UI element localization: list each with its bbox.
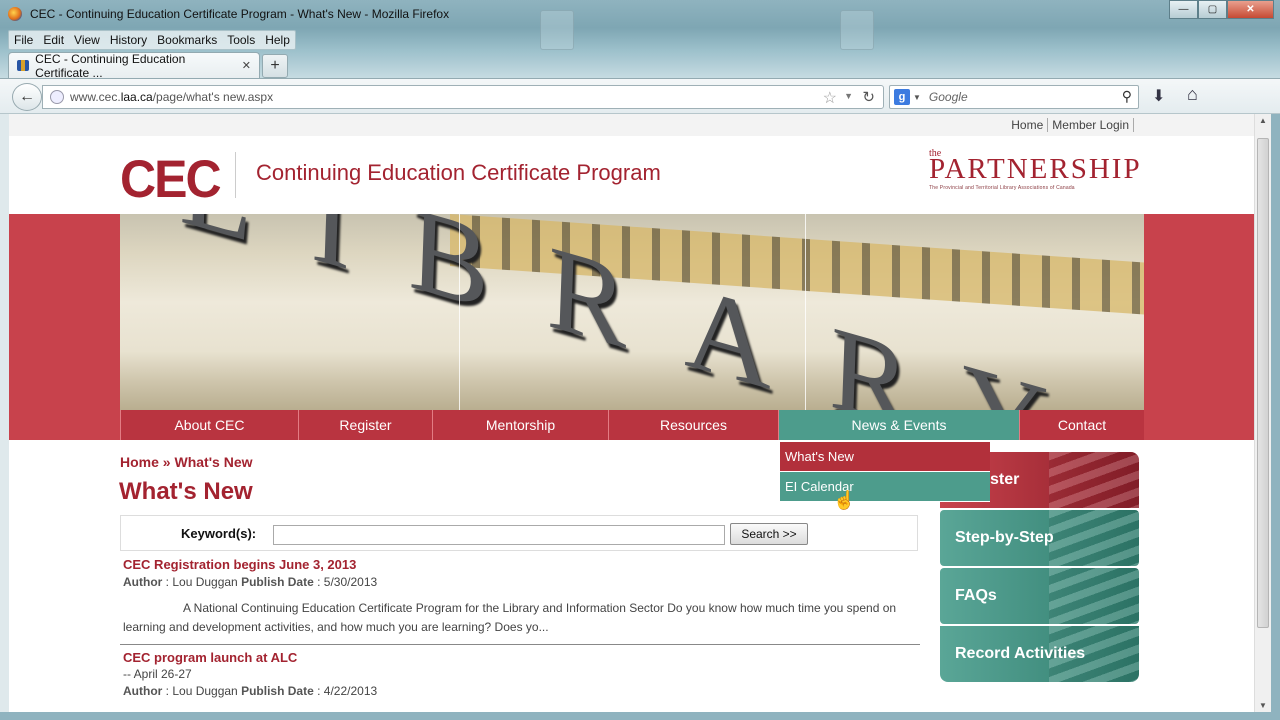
sidebar-record-activities[interactable]: Record Activities [940,626,1139,682]
banner-divider [459,214,460,410]
favicon-icon [17,60,30,71]
back-arrow-icon: ← [19,88,35,105]
menu-tools[interactable]: Tools [222,31,260,49]
new-tab-button[interactable]: + [262,54,288,78]
hand-cursor-icon: ☝ [833,490,856,510]
scroll-thumb[interactable] [1257,138,1269,628]
downloads-icon[interactable]: ⬇ [1152,86,1165,106]
back-button[interactable]: ← [12,83,42,111]
banner-divider [805,214,806,410]
sidebar-faqs[interactable]: FAQs [940,568,1139,624]
minimize-button[interactable]: — [1169,0,1198,19]
search-button[interactable]: Search >> [730,523,808,545]
news-meta: Author : Lou Duggan Publish Date : 4/22/… [123,684,378,698]
breadcrumb-home[interactable]: Home [120,454,159,470]
banner-band-right [1144,214,1254,440]
menu-file[interactable]: File [9,31,38,49]
dropdown-whats-new[interactable]: What's New [780,442,990,472]
menu-bar: File Edit View History Bookmarks Tools H… [8,30,296,50]
menu-view[interactable]: View [69,31,105,49]
nav-mentorship[interactable]: Mentorship [432,410,608,440]
library-banner-image: LIBRARY [120,214,1144,410]
news-subtitle: -- April 26-27 [123,667,192,681]
banner-library-text: LIBRARY [178,214,1108,410]
url-bar[interactable]: www.cec.laa.ca/page/what's new.aspx ☆ ▼ … [42,85,884,109]
news-meta: Author : Lou Duggan Publish Date : 5/30/… [123,575,378,589]
window-frame-bottom [0,712,1280,720]
news-item: CEC Registration begins June 3, 2013 Aut… [123,557,919,637]
nav-resources[interactable]: Resources [608,410,778,440]
breadcrumb-current[interactable]: What's New [174,454,252,470]
close-button[interactable]: ✕ [1227,0,1274,19]
menu-edit[interactable]: Edit [38,31,69,49]
tab-label: CEC - Continuing Education Certificate .… [35,51,186,80]
page-scrollbar[interactable]: ▲ ▼ [1254,114,1271,712]
cec-logo[interactable]: CEC [120,149,222,210]
keyword-search-form: Keyword(s): Search >> [120,515,918,551]
nav-about-cec[interactable]: About CEC [120,410,298,440]
main-nav: About CEC Register Mentorship Resources … [9,410,1254,440]
maximize-button[interactable]: ▢ [1198,0,1227,19]
search-placeholder: Google [928,90,968,104]
site-identity-icon[interactable] [50,90,64,104]
firefox-icon [8,7,22,21]
partnership-name: PARTNERSHIP [929,153,1142,185]
keyword-input[interactable] [273,525,725,545]
title-bar: CEC - Continuing Education Certificate P… [0,0,1280,28]
reload-icon[interactable]: ↻ [862,88,875,106]
news-title[interactable]: CEC Registration begins June 3, 2013 [123,557,919,572]
sidebar-step-by-step[interactable]: Step-by-Step [940,510,1139,566]
url-dropdown-icon[interactable]: ▼ [844,91,853,101]
top-link-member-login[interactable]: Member Login [1048,118,1134,132]
engine-dropdown-icon[interactable]: ▼ [913,93,921,102]
scroll-down-icon[interactable]: ▼ [1259,701,1267,710]
menu-help[interactable]: Help [260,31,295,49]
nav-news-events[interactable]: News & Events [778,410,1019,440]
breadcrumb: Home » What's New [120,454,253,470]
firefox-window: CEC - Continuing Education Certificate P… [0,0,1280,720]
logo-divider [235,152,236,198]
page-title: What's New [119,478,253,505]
menu-bookmarks[interactable]: Bookmarks [152,31,222,49]
search-icon[interactable]: ⚲ [1122,88,1132,105]
menu-history[interactable]: History [105,31,152,49]
window-title: CEC - Continuing Education Certificate P… [30,7,450,21]
tab-cec[interactable]: CEC - Continuing Education Certificate .… [8,51,260,80]
banner-band-left [9,214,120,440]
tab-bar: CEC - Continuing Education Certificate .… [8,51,288,80]
web-page: Home Member Login CEC Continuing Educati… [9,114,1254,712]
news-item: CEC program launch at ALC -- April 26-27… [123,650,919,698]
url-text: www.cec.laa.ca/page/what's new.aspx [70,90,274,104]
tab-close-icon[interactable]: ✕ [242,59,251,72]
search-bar[interactable]: g ▼ Google ⚲ [889,85,1139,109]
breadcrumb-separator: » [162,454,171,470]
news-title[interactable]: CEC program launch at ALC [123,650,919,665]
keyword-label: Keyword(s): [181,526,257,541]
dropdown-ei-calendar[interactable]: EI Calendar [780,472,990,502]
top-link-home[interactable]: Home [1007,118,1049,132]
partnership-logo[interactable]: the PARTNERSHIP The Provincial and Terri… [929,148,1144,191]
news-body: A National Continuing Education Certific… [123,601,897,634]
top-links: Home Member Login [1007,114,1134,136]
news-divider [120,644,920,645]
news-events-dropdown: What's New EI Calendar [780,442,990,502]
nav-contact[interactable]: Contact [1019,410,1144,440]
scroll-up-icon[interactable]: ▲ [1259,116,1267,125]
window-controls: — ▢ ✕ [1169,0,1274,19]
home-icon[interactable]: ⌂ [1187,84,1198,105]
bookmark-star-icon[interactable]: ☆ [823,88,837,108]
navigation-toolbar: ← www.cec.laa.ca/page/what's new.aspx ☆ … [0,78,1280,114]
nav-register[interactable]: Register [298,410,432,440]
window-frame-right [1271,114,1280,720]
google-engine-icon[interactable]: g [894,89,910,105]
program-title: Continuing Education Certificate Program [256,160,661,185]
